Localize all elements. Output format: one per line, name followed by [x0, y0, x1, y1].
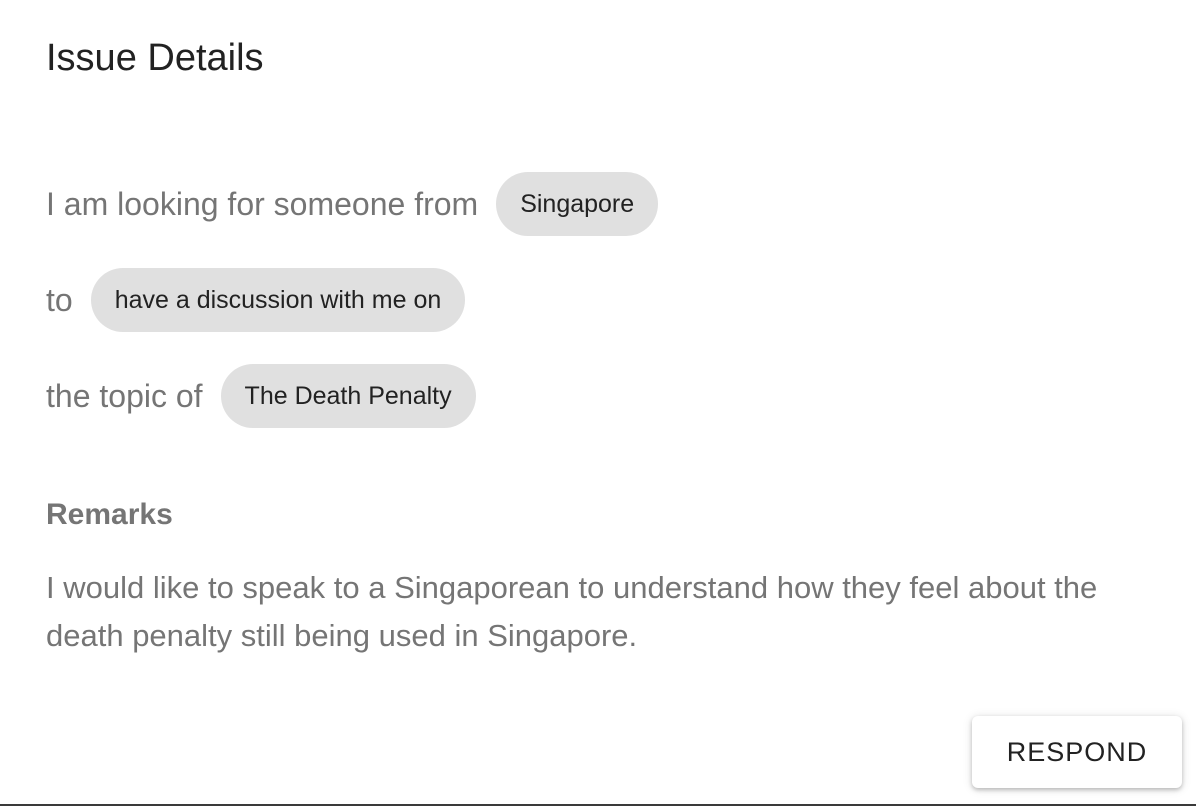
country-row: I am looking for someone from Singapore	[46, 172, 659, 236]
topic-row: the topic of The Death Penalty	[46, 364, 476, 428]
remarks-text: I would like to speak to a Singaporean t…	[46, 570, 1098, 653]
purpose-row: to have a discussion with me on	[46, 268, 466, 332]
country-lead-text: I am looking for someone from	[46, 185, 479, 222]
dialog-title: Issue Details	[46, 37, 264, 79]
topic-lead-text: the topic of	[46, 377, 203, 414]
respond-button[interactable]: RESPOND	[972, 716, 1182, 788]
topic-chip: The Death Penalty	[220, 364, 476, 428]
issue-details-dialog: Issue Details I am looking for someone f…	[0, 0, 1196, 806]
remarks-heading: Remarks	[46, 498, 173, 531]
purpose-lead-text: to	[46, 281, 73, 318]
purpose-chip: have a discussion with me on	[90, 268, 466, 332]
country-chip: Singapore	[496, 172, 659, 236]
